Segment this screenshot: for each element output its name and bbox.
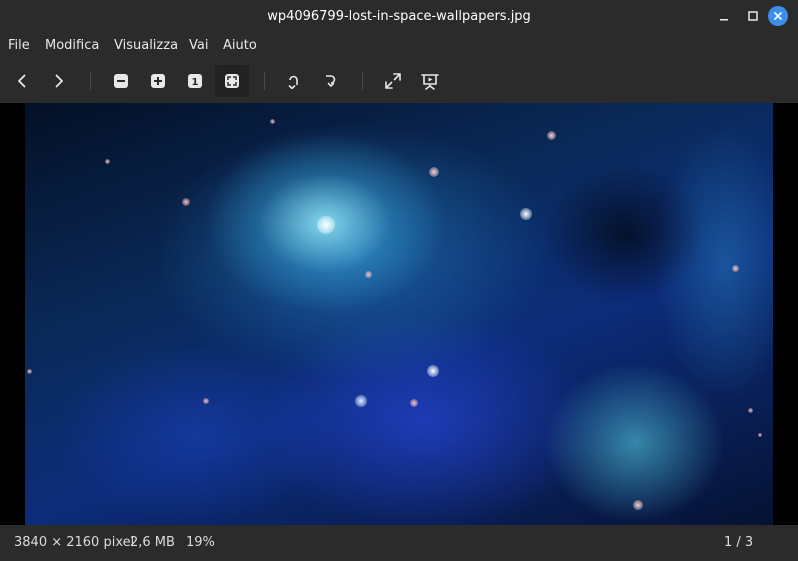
star	[203, 398, 209, 404]
chevron-left-icon	[18, 74, 26, 88]
star	[27, 369, 32, 374]
star	[748, 408, 753, 413]
next-image-button[interactable]	[42, 65, 76, 97]
menu-visualizza[interactable]: Visualizza	[114, 33, 178, 59]
status-bar: 3840 × 2160 pixel 2,6 MB 19% 1 / 3	[0, 525, 798, 561]
toolbar: 1	[0, 59, 798, 103]
toolbar-separator	[362, 72, 363, 90]
menu-file[interactable]: File	[8, 33, 30, 59]
star	[732, 265, 739, 272]
minimize-button[interactable]	[714, 6, 734, 26]
star	[355, 395, 367, 407]
close-button[interactable]	[768, 6, 788, 26]
close-icon	[774, 12, 782, 20]
maximize-button[interactable]	[743, 6, 763, 26]
window-title: wp4096799-lost-in-space-wallpapers.jpg	[267, 9, 531, 24]
zoom-normal-button[interactable]: 1	[178, 65, 212, 97]
displayed-image	[25, 103, 773, 525]
image-position: 1 / 3	[724, 535, 754, 550]
star	[182, 198, 190, 206]
rotate-left-button[interactable]	[276, 65, 310, 97]
rotate-right-icon	[326, 75, 336, 87]
star	[520, 208, 532, 220]
zoom-in-button[interactable]	[141, 65, 175, 97]
minimize-icon	[720, 19, 728, 21]
chevron-right-icon	[55, 74, 63, 88]
star	[427, 365, 439, 377]
image-dimensions: 3840 × 2160 pixel	[14, 535, 135, 550]
star	[410, 399, 418, 407]
zoom-original-icon: 1	[188, 74, 202, 88]
fullscreen-icon	[385, 73, 401, 89]
title-bar: wp4096799-lost-in-space-wallpapers.jpg	[0, 0, 798, 33]
toolbar-separator	[264, 72, 265, 90]
star	[633, 500, 643, 510]
star	[547, 131, 556, 140]
toolbar-separator	[90, 72, 91, 90]
star	[365, 271, 372, 278]
menu-modifica[interactable]: Modifica	[45, 33, 99, 59]
slideshow-button[interactable]	[413, 65, 447, 97]
zoom-fit-icon	[225, 74, 239, 88]
zoom-in-icon	[151, 74, 165, 88]
menu-vai[interactable]: Vai	[189, 33, 208, 59]
zoom-out-icon	[114, 74, 128, 88]
fullscreen-button[interactable]	[376, 65, 410, 97]
slideshow-icon	[421, 74, 439, 90]
zoom-fit-button[interactable]	[215, 65, 249, 97]
previous-image-button[interactable]	[5, 65, 39, 97]
image-viewer[interactable]	[0, 103, 798, 525]
star	[429, 167, 439, 177]
maximize-icon	[748, 11, 758, 21]
zoom-out-button[interactable]	[104, 65, 138, 97]
menu-bar: File Modifica Visualizza Vai Aiuto	[0, 33, 798, 59]
menu-aiuto[interactable]: Aiuto	[223, 33, 257, 59]
star	[105, 159, 110, 164]
star	[758, 433, 762, 437]
rotate-left-icon	[288, 75, 298, 89]
file-size: 2,6 MB	[130, 535, 175, 550]
star	[317, 216, 335, 234]
rotate-right-button[interactable]	[313, 65, 347, 97]
zoom-normal-label: 1	[192, 77, 199, 88]
star	[270, 119, 275, 124]
zoom-level: 19%	[186, 535, 215, 550]
